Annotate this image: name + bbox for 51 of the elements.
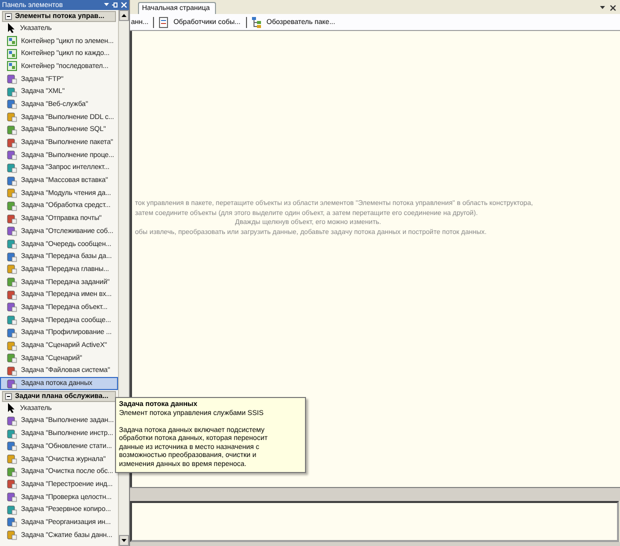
dropdown-icon[interactable]: [104, 3, 109, 7]
task-icon: [7, 315, 17, 326]
pointer-icon: [7, 23, 16, 34]
task-icon: [7, 328, 17, 338]
scroll-up-icon[interactable]: [119, 10, 129, 21]
container-icon: [7, 36, 17, 46]
container-icon: [7, 61, 17, 72]
task-icon: [7, 200, 17, 211]
tree-icon: [252, 16, 262, 28]
task-icon: [7, 428, 17, 439]
task-icon: [7, 530, 17, 540]
task-icon: [7, 226, 17, 236]
task-icon: [7, 214, 17, 224]
scroll-down-icon[interactable]: [119, 535, 129, 546]
task-icon: [7, 504, 17, 515]
task-icon: [7, 252, 17, 262]
task-icon: [7, 188, 17, 198]
task-icon: [7, 264, 17, 274]
pointer-icon: [7, 403, 16, 414]
task-icon: [7, 416, 17, 426]
task-icon: [7, 353, 17, 364]
dropdown-icon[interactable]: [600, 6, 605, 10]
task-icon: [7, 378, 17, 389]
task-icon: [7, 466, 17, 477]
task-icon: [7, 340, 17, 351]
task-icon: [7, 86, 17, 97]
task-icon: [7, 517, 17, 528]
task-icon: [7, 112, 17, 122]
task-icon: [7, 74, 17, 84]
task-icon: [7, 138, 17, 148]
task-icon: [7, 302, 17, 312]
pin-icon[interactable]: [112, 2, 118, 8]
task-icon: [7, 441, 17, 452]
task-icon: [7, 176, 17, 186]
task-icon: [7, 99, 17, 110]
collapse-icon: [5, 392, 12, 400]
task-icon: [7, 366, 17, 376]
container-icon: [7, 48, 17, 59]
collapse-icon: [5, 13, 12, 20]
task-icon: [7, 162, 17, 173]
task-icon: [7, 479, 17, 490]
task-icon: [7, 290, 17, 300]
task-icon: [7, 492, 17, 502]
close-icon[interactable]: [610, 5, 616, 11]
task-icon: [7, 277, 17, 288]
task-icon: [7, 454, 17, 464]
document-icon: [159, 16, 168, 28]
task-icon: [7, 124, 17, 135]
splitter-bar[interactable]: [130, 487, 620, 501]
task-icon: [7, 239, 17, 250]
task-icon: [7, 150, 17, 160]
